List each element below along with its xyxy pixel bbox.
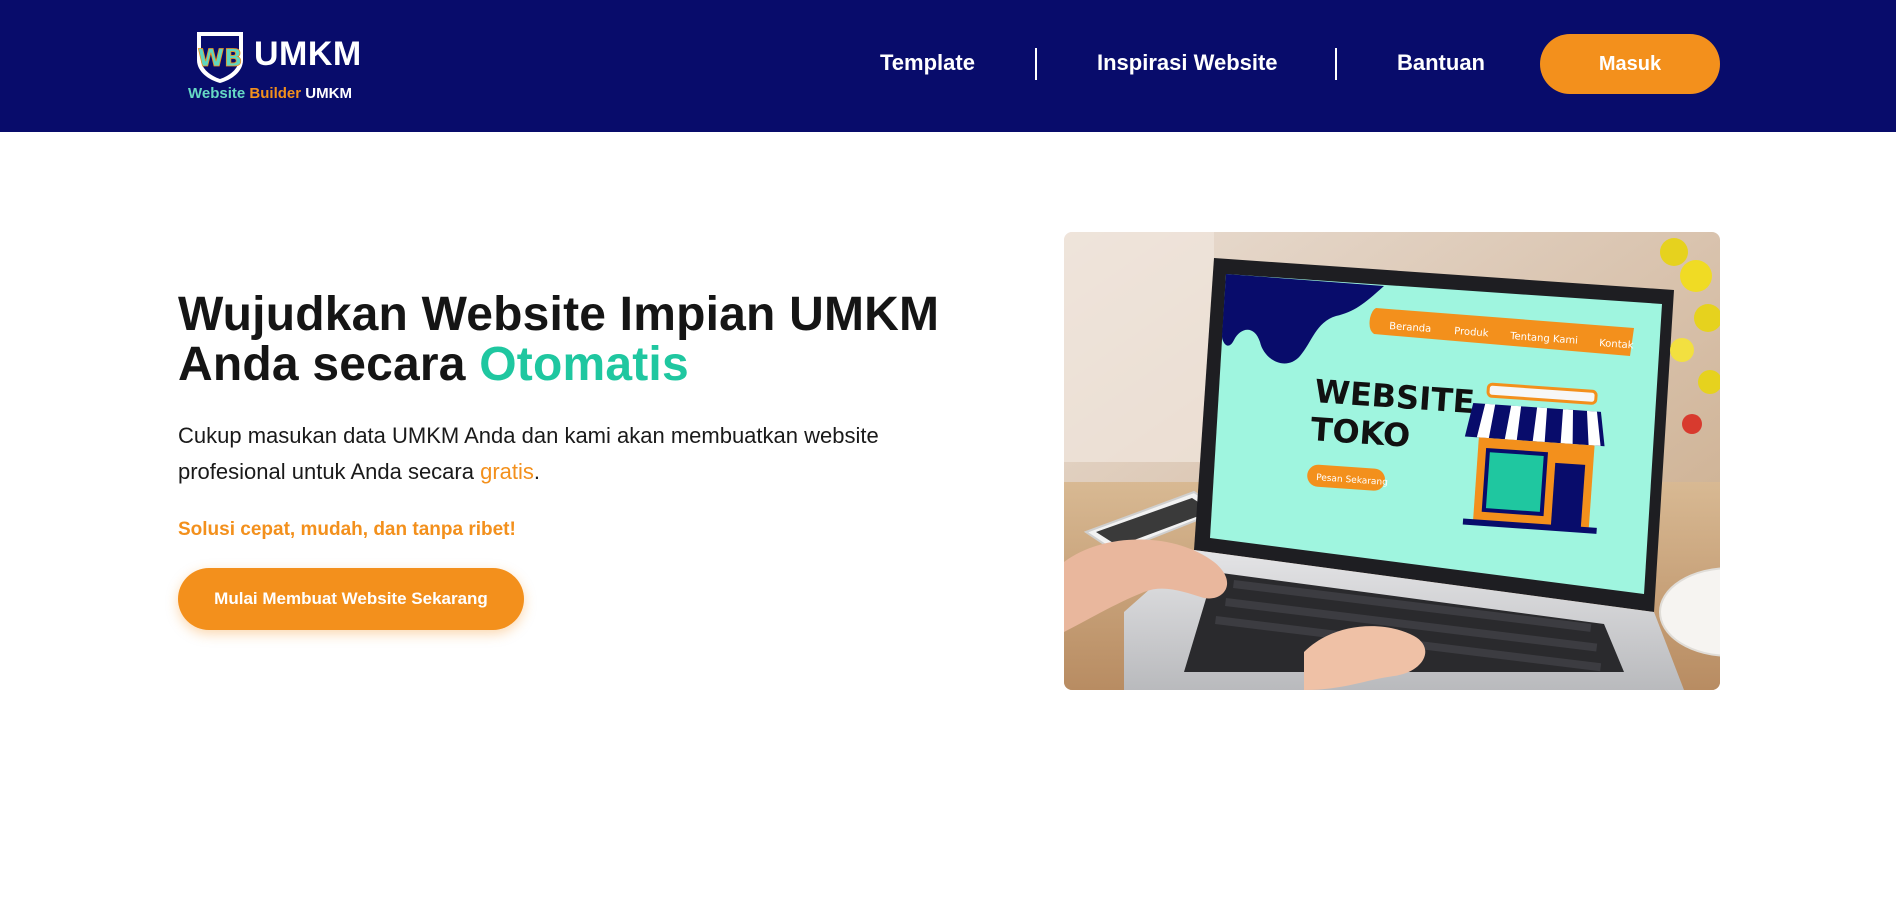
screen-headline-2: TOKO — [1309, 410, 1411, 455]
logo-tagline-word-1: Website — [188, 85, 246, 102]
site-logo[interactable]: WB UMKM Website Builder UMKM — [188, 26, 378, 106]
nav-bantuan-link[interactable]: Bantuan — [1397, 48, 1485, 78]
laptop-illustration: Beranda Produk Tentang Kami Kontak WEBSI… — [1064, 232, 1720, 690]
nav-template-link[interactable]: Template — [880, 48, 975, 78]
hero-illustration: Beranda Produk Tentang Kami Kontak WEBSI… — [1064, 232, 1720, 690]
nav-divider — [1035, 48, 1037, 80]
logo-badge-letter-w: WB — [198, 44, 243, 72]
navbar: WB UMKM Website Builder UMKM Template In… — [0, 0, 1896, 132]
logo-tagline: Website Builder UMKM — [188, 84, 352, 104]
start-building-button[interactable]: Mulai Membuat Website Sekarang — [178, 568, 524, 630]
nav-divider — [1335, 48, 1337, 80]
hero-description-end: . — [533, 459, 541, 484]
hero-description: Cukup masukan data UMKM Anda dan kami ak… — [178, 418, 898, 490]
logo-tagline-word-3: UMKM — [305, 85, 352, 102]
nav-inspirasi-link[interactable]: Inspirasi Website — [1097, 48, 1278, 78]
hero-title: Wujudkan Website Impian UMKM Anda secara… — [178, 290, 998, 390]
login-button[interactable]: Masuk — [1540, 34, 1720, 94]
logo-tagline-word-2: Builder — [249, 85, 302, 102]
hero-description-accent: gratis — [480, 459, 534, 484]
hero-title-accent: Otomatis — [479, 338, 689, 391]
hero-subtext: Solusi cepat, mudah, dan tanpa ribet! — [178, 519, 516, 540]
logo-name: UMKM — [254, 35, 362, 73]
logo-badge-icon: WB — [197, 32, 243, 83]
window-light — [1064, 232, 1214, 462]
